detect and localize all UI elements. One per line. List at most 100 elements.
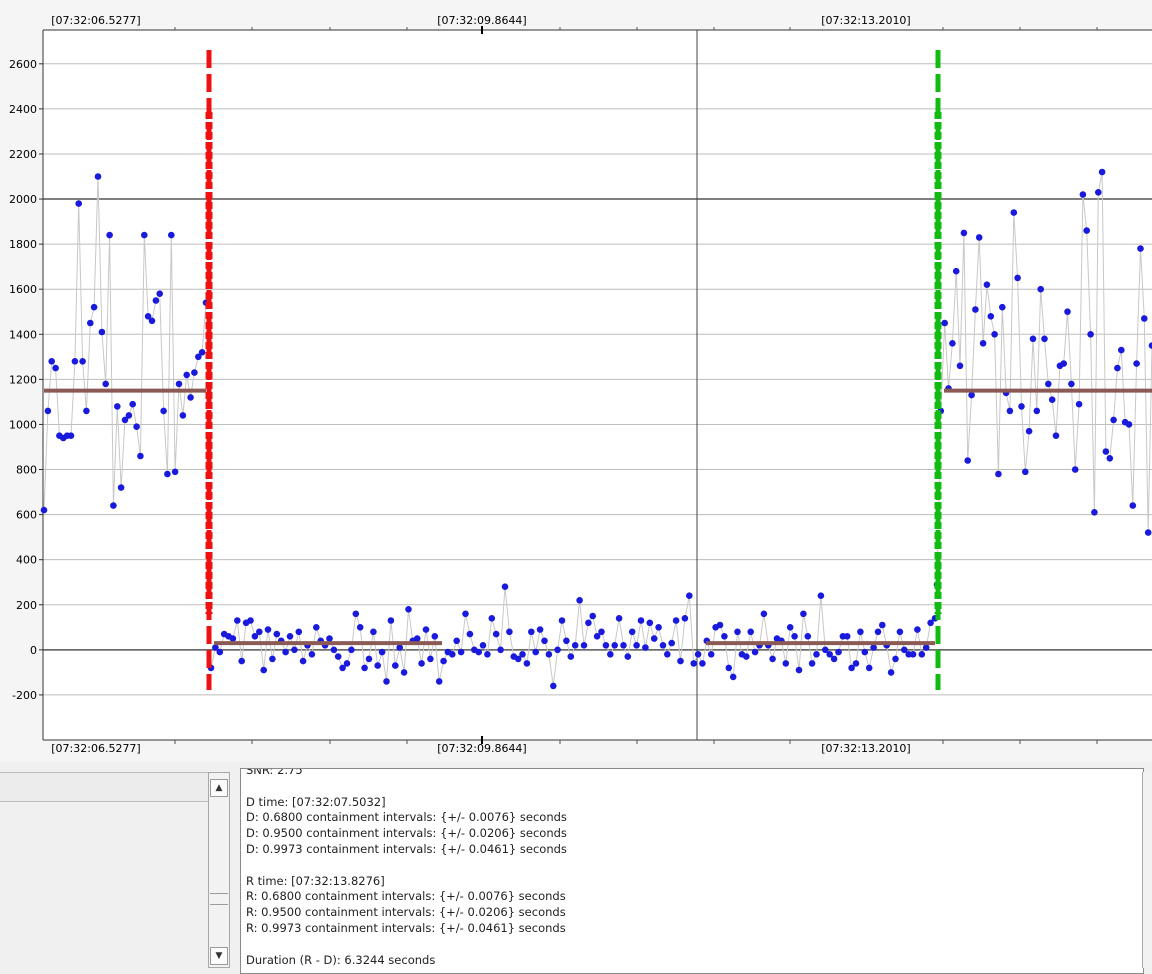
y-tick-label: 1400: [9, 328, 37, 341]
data-point: [914, 626, 921, 633]
data-point: [729, 673, 737, 681]
chart-panel[interactable]: -200 0 200 400 600 800 1000 1200 1400 1600 1800 200…: [0, 0, 1152, 762]
log-line: D: 0.9500 containment intervals: {+/- 0.…: [246, 826, 567, 841]
data-point: [198, 349, 206, 356]
data-point: [747, 628, 754, 636]
scroll-down-button[interactable]: ▼: [210, 947, 228, 965]
data-point: [291, 646, 298, 654]
data-point: [646, 619, 654, 627]
results-log[interactable]: SNR: 2.75 D time: [07:32:07.5032] D: 0.680…: [240, 768, 1144, 974]
scroll-thumb[interactable]: [210, 893, 228, 905]
data-point: [659, 642, 667, 649]
data-point: [602, 642, 610, 649]
data-point: [1118, 346, 1125, 354]
data-point: [672, 617, 680, 624]
log-line: D: 0.6800 containment intervals: {+/- 0.…: [246, 810, 567, 825]
data-point: [75, 200, 82, 207]
data-point: [576, 597, 583, 604]
data-point: [488, 615, 496, 622]
data-point: [497, 646, 504, 654]
data-point: [348, 646, 355, 654]
data-point: [892, 655, 899, 663]
top-time-label: [07:32:13.2010]: [821, 14, 910, 27]
data-point: [725, 664, 733, 672]
data-point: [870, 644, 877, 651]
data-point: [374, 662, 382, 669]
data-point: [1095, 189, 1102, 196]
data-point: [952, 267, 960, 275]
data-point: [387, 617, 395, 624]
data-point: [273, 630, 281, 638]
data-point: [71, 358, 79, 365]
data-point: [677, 657, 684, 665]
data-point: [152, 297, 160, 304]
data-point: [545, 651, 553, 658]
data-point: [356, 624, 364, 631]
data-point: [804, 633, 812, 640]
left-scrollbar[interactable]: ▲ ▼: [208, 772, 230, 968]
data-point: [633, 642, 640, 649]
log-line: D time: [07:32:07.5032]: [246, 794, 386, 809]
time-series-chart[interactable]: -200 0 200 400 600 800 1000 1200 1400 1600 1800 200…: [0, 0, 1152, 762]
data-point: [40, 506, 48, 514]
data-point: [624, 653, 632, 660]
data-point: [580, 642, 588, 649]
data-point: [528, 628, 535, 636]
data-point: [183, 371, 190, 379]
log-blank-line: [246, 779, 1126, 795]
data-point: [110, 502, 117, 509]
data-point: [427, 655, 434, 663]
data-point: [1075, 400, 1083, 408]
data-point: [743, 653, 750, 660]
data-point: [751, 648, 759, 656]
y-tick-label: 200: [16, 599, 37, 612]
data-point: [191, 369, 198, 376]
bottom-time-label: [07:32:06.5277]: [51, 742, 140, 755]
data-point: [264, 626, 272, 633]
data-point: [941, 319, 948, 327]
y-tick-label: 400: [16, 554, 37, 567]
data-point: [1106, 455, 1114, 462]
scroll-up-button[interactable]: ▲: [210, 779, 228, 797]
data-point: [234, 617, 241, 624]
data-point: [330, 646, 338, 654]
data-point: [334, 653, 342, 660]
data-point: [48, 358, 55, 365]
data-point: [168, 231, 175, 239]
data-point: [141, 231, 148, 239]
top-time-label: [07:32:06.5277]: [51, 14, 140, 27]
log-line: D: 0.9973 containment intervals: {+/- 0.…: [246, 841, 567, 856]
bottom-time-label: [07:32:13.2010]: [821, 742, 910, 755]
data-point: [760, 610, 768, 618]
data-point: [299, 657, 307, 665]
data-point: [1022, 468, 1029, 476]
log-scrollbar[interactable]: [1142, 772, 1152, 968]
data-point: [1071, 466, 1079, 473]
data-point: [506, 628, 513, 636]
data-point: [1033, 407, 1041, 415]
data-point: [808, 660, 816, 667]
arrow-down-icon: ▼: [215, 951, 223, 961]
data-point: [1091, 509, 1098, 516]
bottom-panel: ▲ ▼ SNR: 2.75 D time: [07:32:07.5032] D: 0…: [0, 766, 1152, 974]
data-point: [378, 648, 386, 656]
data-point: [519, 651, 526, 658]
y-tick-label: 1800: [9, 238, 37, 251]
data-point: [370, 628, 377, 636]
data-point: [1083, 227, 1090, 234]
data-point: [563, 637, 570, 645]
data-point: [628, 628, 636, 636]
log-line: R time: [07:32:13.8276]: [246, 873, 385, 888]
data-point: [585, 619, 592, 627]
data-point: [1133, 360, 1140, 367]
data-point: [995, 470, 1002, 478]
data-point: [791, 633, 798, 640]
data-point: [909, 651, 917, 658]
data-point: [326, 635, 333, 642]
data-point: [567, 653, 575, 660]
arrow-up-icon: ▲: [215, 783, 223, 793]
left-list-strip[interactable]: [0, 772, 208, 802]
data-point: [865, 664, 873, 672]
data-point: [1114, 364, 1121, 372]
data-point: [918, 651, 926, 658]
